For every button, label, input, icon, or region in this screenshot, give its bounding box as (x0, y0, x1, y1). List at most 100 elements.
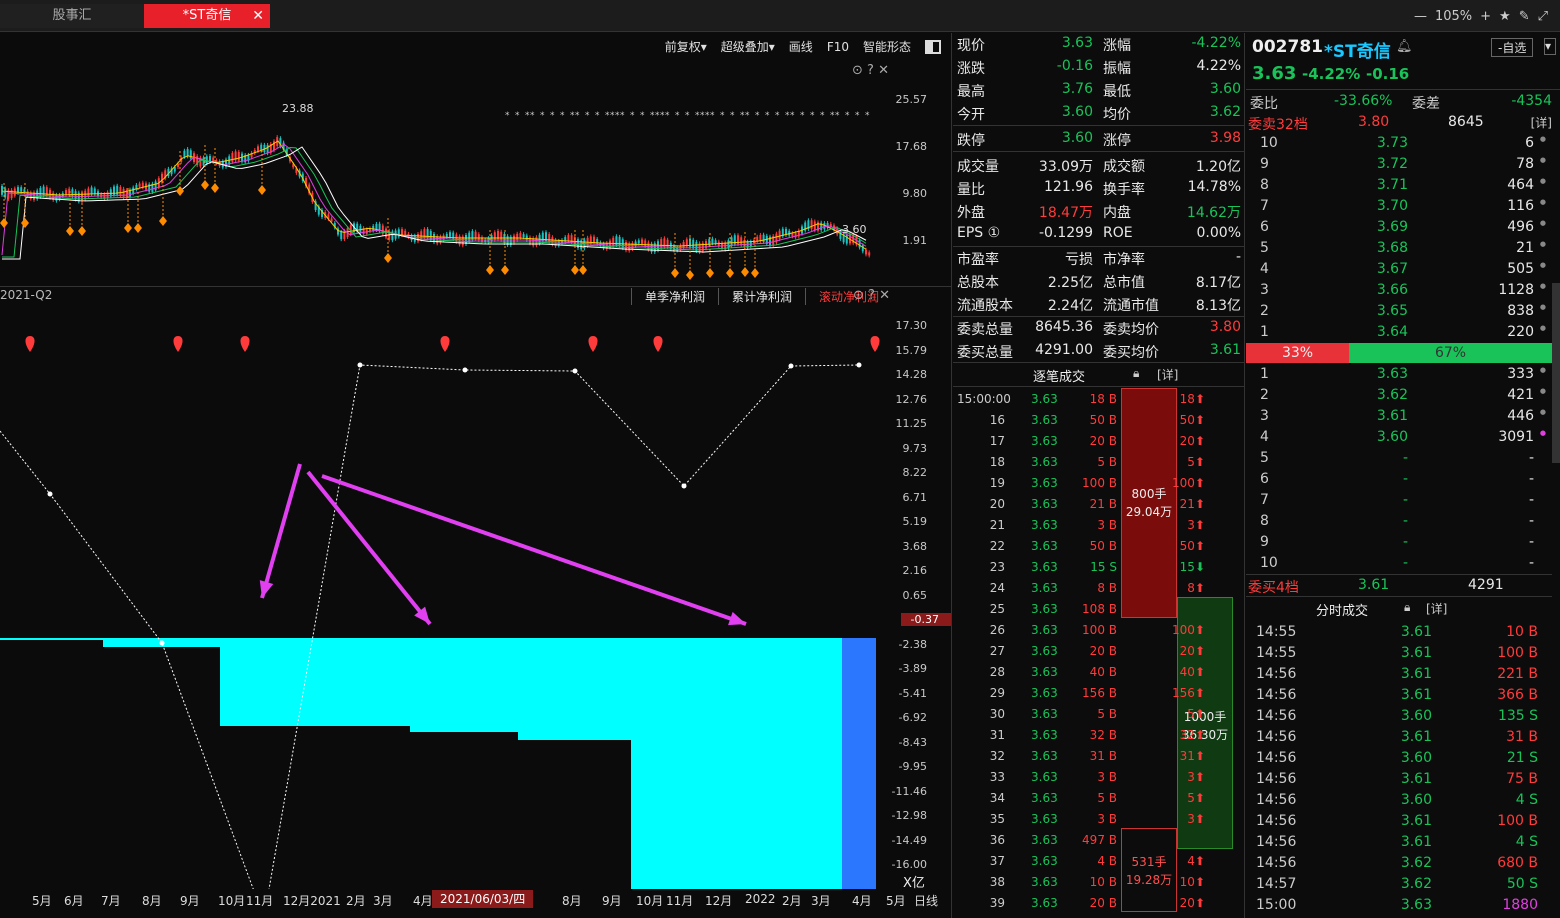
f10-button[interactable]: F10 (827, 40, 849, 54)
tick-price: 3.63 (1031, 791, 1058, 805)
signal-diamond (176, 186, 184, 196)
tick-price: 3.63 (1031, 728, 1058, 742)
settings-icon[interactable]: ⊙ (853, 288, 864, 303)
tick-volume: 5 B (1097, 791, 1117, 805)
star-strip: * (685, 111, 690, 121)
tick-volume: 32 B (1089, 728, 1117, 742)
buy-level-row[interactable]: 2 3.62 421 ● (1246, 385, 1552, 406)
buy-level-row[interactable]: 5 - - (1246, 448, 1552, 469)
candle-body (810, 220, 813, 230)
add-watchlist-button[interactable]: -自选 (1491, 38, 1534, 57)
tab-cumulative-profit[interactable]: 累计净利润 (717, 288, 805, 305)
quote-row: 最高 3.76 最低 3.60 (953, 79, 1245, 102)
quote-label: 总股本 (957, 275, 999, 291)
fenshi-volume: 366 B (1497, 687, 1538, 703)
lock-icon[interactable]: 🔒︎ (1404, 600, 1410, 615)
detail-link[interactable]: [详] (1157, 366, 1178, 383)
sell-level-row[interactable]: 8 3.71 464 ● (1246, 175, 1552, 196)
time-axis-label: 11月 (246, 894, 274, 908)
quote-value: - (1235, 249, 1241, 265)
pattern-button[interactable]: 智能形态 (863, 38, 911, 55)
star-icon[interactable]: ★ (1499, 9, 1511, 24)
lock-icon[interactable]: 🔒︎ (1133, 366, 1139, 381)
tick-price: 3.63 (1031, 539, 1058, 553)
buy-avg-price: 3.61 (1358, 577, 1390, 593)
tick-price: 3.63 (1031, 833, 1058, 847)
level-index: 6 (1260, 471, 1269, 487)
buy-level-row[interactable]: 6 - - (1246, 469, 1552, 490)
pct-change: -4.22% (1302, 65, 1361, 83)
tick-time: 15:00:00 (957, 392, 1011, 406)
star-strip: * (530, 111, 535, 121)
fenshi-row: 14:56 3.61 31 B (1246, 727, 1552, 748)
minus-icon[interactable]: — (1414, 9, 1427, 24)
buy-level-row[interactable]: 8 - - (1246, 511, 1552, 532)
fenshi-row: 14:56 3.61 221 B (1246, 664, 1552, 685)
time-axis-label: 9月 (602, 894, 622, 908)
sell-level-row[interactable]: 7 3.70 116 ● (1246, 196, 1552, 217)
quote-value: 3.80 (1209, 319, 1241, 335)
close-icon[interactable]: ✕ (879, 288, 890, 303)
candle-body (500, 231, 503, 241)
tick-price: 3.63 (1031, 602, 1058, 616)
lower-chart-controls: ⊙ ? ✕ (853, 288, 890, 303)
overlay-button[interactable]: 超级叠加▾ (721, 38, 775, 55)
star-strip: * (790, 111, 795, 121)
buy-level-row[interactable]: 3 3.61 446 ● (1246, 406, 1552, 427)
sell-level-row[interactable]: 3 3.66 1128 ● (1246, 280, 1552, 301)
tab-single-quarter-profit[interactable]: 单季净利润 (630, 288, 718, 305)
tick-row: 15:00:00 3.63 18 B 18⬆ (953, 389, 1245, 410)
period-mode[interactable]: 日线 (914, 892, 938, 909)
sell-level-row[interactable]: 5 3.68 21 ● (1246, 238, 1552, 259)
sell-level-row[interactable]: 9 3.72 78 ● (1246, 154, 1552, 175)
dropdown-icon[interactable]: ▾ (1544, 38, 1556, 55)
buy-level-row[interactable]: 9 - - (1246, 532, 1552, 553)
star-strip: * (595, 111, 600, 121)
fenshi-volume: 221 B (1497, 666, 1538, 682)
tab-gushihui[interactable]: 股事汇 (0, 4, 144, 28)
level-volume: - (1528, 534, 1534, 550)
plus-icon[interactable]: + (1480, 9, 1491, 24)
quote-value: 8.17亿 (1195, 275, 1241, 291)
kline-chart[interactable]: ★★★★★★★★★*******************************… (0, 63, 900, 283)
tick-time: 35 (989, 812, 1005, 826)
level-price: - (1402, 450, 1408, 466)
fenshi-row: 14:56 3.61 366 B (1246, 685, 1552, 706)
detail-link[interactable]: [详] (1426, 600, 1447, 617)
fq-button[interactable]: 前复权▾ (665, 38, 707, 55)
signal-diamond (78, 226, 86, 236)
candle-body (138, 183, 141, 187)
candle-body (202, 157, 205, 166)
buy-level-row[interactable]: 4 3.60 3091 ● (1246, 427, 1552, 448)
tick-price: 3.63 (1031, 413, 1058, 427)
bell-icon[interactable]: 🔔︎ (1396, 39, 1413, 54)
candle-body (791, 233, 794, 237)
sell-level-row[interactable]: 4 3.67 505 ● (1246, 259, 1552, 280)
profit-chart[interactable] (0, 306, 952, 889)
sell-level-row[interactable]: 2 3.65 838 ● (1246, 301, 1552, 322)
sell-level-row[interactable]: 10 3.73 6 ● (1246, 133, 1552, 154)
profit-bar (740, 638, 842, 889)
sell-level-row[interactable]: 1 3.64 220 ● (1246, 322, 1552, 343)
time-axis-label: 2月 (346, 894, 366, 908)
buy-level-row[interactable]: 1 3.63 333 ● (1246, 364, 1552, 385)
detail-link[interactable]: [详] (1531, 114, 1552, 131)
tick-price: 3.63 (1031, 665, 1058, 679)
sell-level-row[interactable]: 6 3.69 496 ● (1246, 217, 1552, 238)
help-icon[interactable]: ? (868, 288, 875, 303)
buy-level-row[interactable]: 10 - - (1246, 553, 1552, 574)
close-icon[interactable]: ✕ (252, 4, 264, 28)
pen-icon[interactable]: ✎ (1519, 9, 1530, 24)
tick-volume: 100 B (1082, 476, 1117, 490)
draw-button[interactable]: 画线 (789, 38, 813, 55)
expand-icon[interactable]: ⤢ (1538, 9, 1548, 24)
tick-row: 24 3.63 8 B 8⬆ (953, 578, 1245, 599)
buy-level-row[interactable]: 7 - - (1246, 490, 1552, 511)
tab-stock[interactable]: *ST奇信 ✕ (144, 4, 270, 28)
tick-volume: 50 B (1089, 413, 1117, 427)
layout-icon[interactable] (925, 39, 941, 54)
window-controls: — 105% + ★ ✎ ⤢ (1390, 4, 1560, 28)
scrollbar[interactable] (1552, 283, 1560, 463)
time-axis: 5月 6月 7月 8月 9月 10月 11月 12月2021 2月 3月 4月 8月 9月 10月 11月 1… (0, 889, 952, 911)
fenshi-volume: 100 B (1497, 813, 1538, 829)
